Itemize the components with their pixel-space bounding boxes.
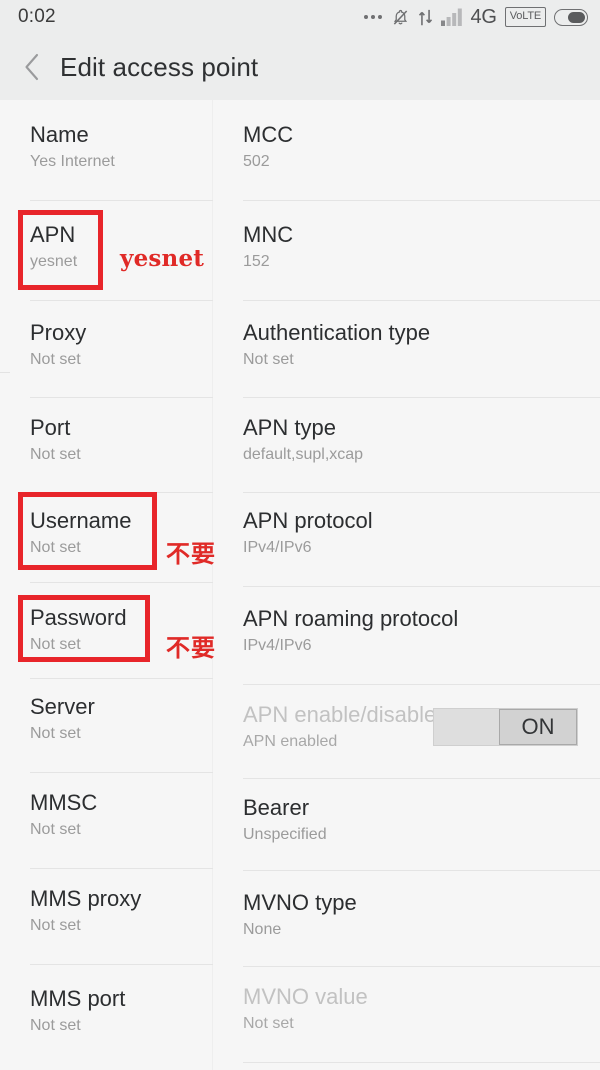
setting-title: APN roaming protocol <box>243 606 459 631</box>
annotation-label-apn: yesnet <box>120 245 205 272</box>
setting-row-mms-proxy[interactable]: MMS proxy Not set <box>0 886 213 936</box>
setting-value: Not set <box>30 446 81 463</box>
setting-title: APN type <box>243 415 336 440</box>
silent-bell-icon <box>391 8 410 27</box>
annotation-label-username: 不要 <box>166 540 216 568</box>
battery-icon <box>554 8 588 26</box>
volte-badge: VoLTE <box>504 7 546 27</box>
apn-enable-toggle[interactable]: ON <box>433 708 578 746</box>
status-icons: 4G VoLTE <box>363 5 588 29</box>
row-divider <box>30 300 213 301</box>
row-divider <box>30 492 213 493</box>
status-clock: 0:02 <box>18 6 56 27</box>
setting-value: APN enabled <box>243 733 338 750</box>
setting-title: MVNO type <box>243 890 357 915</box>
setting-value: Not set <box>30 1017 81 1034</box>
data-transfer-icon <box>418 8 433 27</box>
setting-row-mnc[interactable]: MNC 152 <box>231 222 600 272</box>
row-divider <box>30 678 213 679</box>
setting-value: IPv4/IPv6 <box>243 637 312 654</box>
row-divider <box>243 1062 600 1063</box>
setting-value: 152 <box>243 253 270 270</box>
setting-title: Bearer <box>243 795 310 820</box>
row-divider <box>243 397 600 398</box>
setting-value: None <box>243 921 282 938</box>
setting-title: MMS proxy <box>30 886 142 911</box>
row-divider <box>30 397 213 398</box>
phone-screen: 0:02 4G VoLTE Edit access point Name Yes… <box>0 0 600 1070</box>
setting-row-port[interactable]: Port Not set <box>0 415 213 465</box>
setting-value: Not set <box>243 351 294 368</box>
back-chevron-icon[interactable] <box>18 52 46 82</box>
row-divider <box>243 684 600 685</box>
setting-row-proxy[interactable]: Proxy Not set <box>0 320 213 370</box>
setting-row-bearer[interactable]: Bearer Unspecified <box>231 795 600 845</box>
row-divider <box>243 200 600 201</box>
setting-title: Authentication type <box>243 320 431 345</box>
app-header: Edit access point <box>0 34 600 100</box>
setting-row-mms-port[interactable]: MMS port Not set <box>0 986 213 1036</box>
setting-title: MNC <box>243 222 294 247</box>
row-divider <box>243 300 600 301</box>
row-divider <box>30 868 213 869</box>
row-divider <box>243 492 600 493</box>
row-divider <box>243 778 600 779</box>
annotation-label-password: 不要 <box>166 634 216 662</box>
network-type-label: 4G <box>470 5 497 28</box>
setting-row-apn-enable-disable[interactable]: APN enable/disable APN enabled ON <box>231 702 600 752</box>
row-divider <box>30 772 213 773</box>
setting-value: Not set <box>30 725 81 742</box>
setting-value: Not set <box>243 1015 294 1032</box>
setting-row-mmsc[interactable]: MMSC Not set <box>0 790 213 840</box>
setting-title: APN protocol <box>243 508 373 533</box>
row-divider <box>30 582 213 583</box>
setting-title: Name <box>30 122 89 147</box>
setting-value: 502 <box>243 153 270 170</box>
setting-title: Proxy <box>30 320 87 345</box>
setting-value: Yes Internet <box>30 153 115 170</box>
setting-row-apn-roaming-protocol[interactable]: APN roaming protocol IPv4/IPv6 <box>231 606 600 656</box>
setting-value: Not set <box>30 821 81 838</box>
status-bar: 0:02 4G VoLTE <box>0 0 600 34</box>
setting-title: MVNO value <box>243 984 368 1009</box>
setting-value: Not set <box>30 917 81 934</box>
setting-row-server[interactable]: Server Not set <box>0 694 213 744</box>
toggle-thumb[interactable]: ON <box>499 709 577 745</box>
setting-title: MMSC <box>30 790 98 815</box>
setting-title: Port <box>30 415 71 440</box>
row-divider <box>243 870 600 871</box>
setting-row-apn-protocol[interactable]: APN protocol IPv4/IPv6 <box>231 508 600 558</box>
setting-title: MMS port <box>30 986 126 1011</box>
more-dots-icon <box>363 15 382 19</box>
setting-title: Server <box>30 694 95 719</box>
setting-title: APN enable/disable <box>243 702 437 727</box>
setting-row-mvno-value[interactable]: MVNO value Not set <box>231 984 600 1034</box>
setting-row-apn-type[interactable]: APN type default,supl,xcap <box>231 415 600 465</box>
setting-value: default,supl,xcap <box>243 446 364 463</box>
row-divider <box>243 586 600 587</box>
row-divider <box>243 966 600 967</box>
setting-value: Not set <box>30 351 81 368</box>
setting-row-mcc[interactable]: MCC 502 <box>231 122 600 172</box>
setting-row-mvno-type[interactable]: MVNO type None <box>231 890 600 940</box>
setting-title: Username <box>30 508 132 533</box>
setting-row-name[interactable]: Name Yes Internet <box>0 122 213 172</box>
setting-value: IPv4/IPv6 <box>243 539 312 556</box>
page-title: Edit access point <box>60 51 259 82</box>
settings-content: Name Yes Internet APN yesnet Proxy Not s… <box>0 100 600 1070</box>
setting-title: MCC <box>243 122 294 147</box>
row-divider <box>30 200 213 201</box>
setting-row-auth-type[interactable]: Authentication type Not set <box>231 320 600 370</box>
row-divider <box>30 964 213 965</box>
right-settings-column: MCC 502 MNC 152 Authentication type Not … <box>231 100 600 1070</box>
signal-bars-icon <box>440 8 463 26</box>
setting-value: Unspecified <box>243 826 327 843</box>
